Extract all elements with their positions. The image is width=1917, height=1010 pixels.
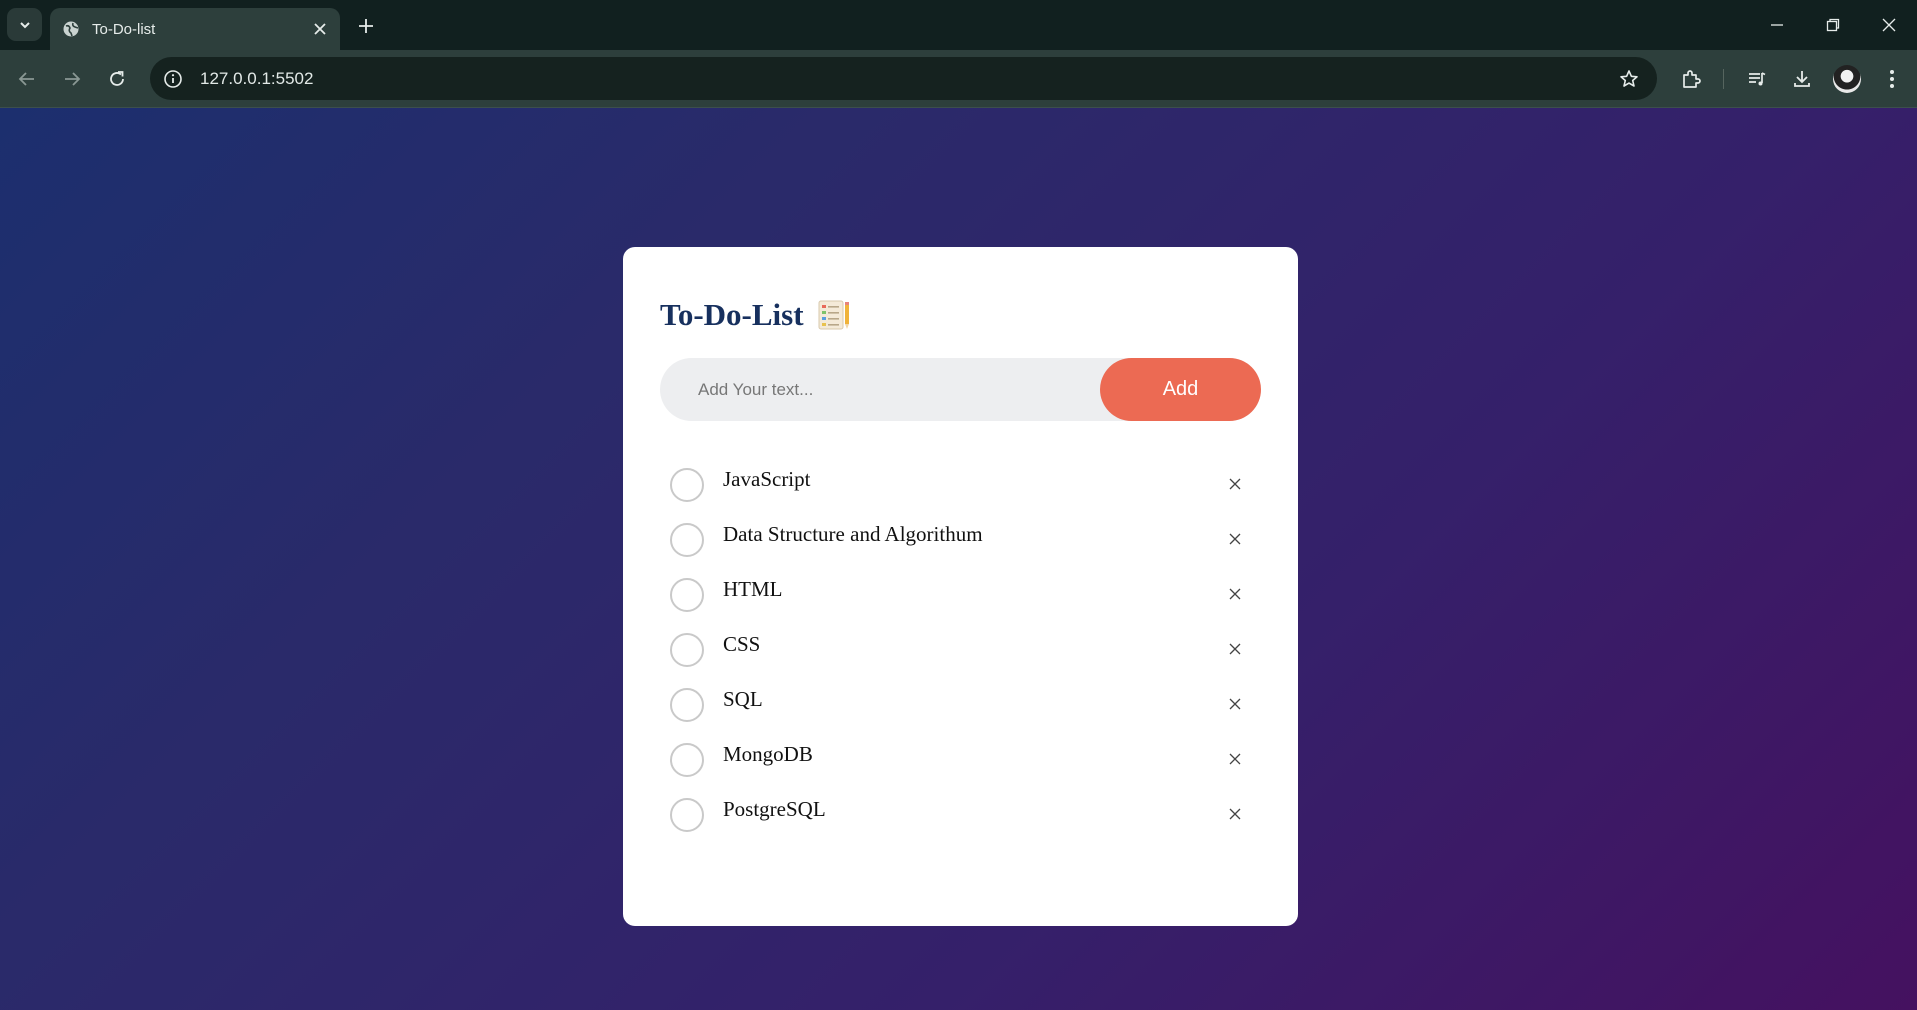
browser-tab[interactable]: To-Do-list	[50, 8, 340, 50]
delete-button[interactable]	[1221, 635, 1249, 663]
close-icon	[1229, 533, 1241, 545]
todo-text: Data Structure and Algorithum	[723, 522, 983, 546]
todo-checkbox[interactable]	[670, 743, 704, 777]
todo-text: SQL	[723, 687, 763, 711]
todo-item[interactable]: Data Structure and Algorithum	[660, 518, 1261, 573]
notebook-icon	[818, 300, 849, 330]
chevron-down-icon	[19, 21, 30, 28]
reload-button[interactable]	[101, 63, 133, 95]
delete-button[interactable]	[1221, 525, 1249, 553]
todo-text: PostgreSQL	[723, 797, 826, 821]
delete-button[interactable]	[1221, 800, 1249, 828]
todo-text: HTML	[723, 577, 783, 601]
close-icon	[1229, 643, 1241, 655]
todo-item[interactable]: SQL	[660, 683, 1261, 738]
close-icon	[1229, 478, 1241, 490]
close-icon	[1229, 588, 1241, 600]
globe-icon	[62, 20, 80, 38]
back-button[interactable]	[11, 63, 43, 95]
arrow-left-icon	[18, 72, 34, 86]
download-icon[interactable]	[1786, 63, 1818, 95]
close-icon	[1229, 698, 1241, 710]
toolbar-divider	[1723, 69, 1724, 89]
todo-item[interactable]: HTML	[660, 573, 1261, 628]
page-title: To-Do-List	[660, 297, 804, 332]
address-bar[interactable]: 127.0.0.1:5502	[150, 57, 1657, 100]
delete-button[interactable]	[1221, 580, 1249, 608]
forward-button[interactable]	[56, 63, 88, 95]
delete-button[interactable]	[1221, 745, 1249, 773]
todo-checkbox[interactable]	[670, 633, 704, 667]
window-close-button[interactable]	[1861, 0, 1917, 50]
todo-text: CSS	[723, 632, 761, 656]
profile-avatar[interactable]	[1833, 65, 1861, 93]
url-text[interactable]: 127.0.0.1:5502	[200, 69, 1613, 89]
minimize-button[interactable]	[1749, 0, 1805, 50]
todo-checkbox[interactable]	[670, 468, 704, 502]
card-header: To-Do-List	[660, 297, 852, 333]
todo-text: MongoDB	[723, 742, 813, 766]
delete-button[interactable]	[1221, 470, 1249, 498]
close-icon	[1229, 753, 1241, 765]
todo-text: JavaScript	[723, 467, 811, 491]
arrow-right-icon	[65, 72, 81, 86]
todo-checkbox[interactable]	[670, 523, 704, 557]
minimize-icon	[1771, 24, 1783, 26]
add-task-row: Add	[660, 358, 1261, 421]
page-background: To-Do-List Add Java	[0, 108, 1917, 1010]
close-icon	[314, 23, 326, 35]
new-tab-button[interactable]	[352, 12, 380, 40]
bookmark-star-icon[interactable]	[1613, 63, 1645, 95]
browser-tab-strip: To-Do-list	[0, 0, 1917, 50]
todo-checkbox[interactable]	[670, 578, 704, 612]
menu-kebab-icon[interactable]	[1876, 63, 1908, 95]
reload-icon	[110, 71, 124, 86]
extensions-icon[interactable]	[1675, 63, 1707, 95]
todo-item[interactable]: MongoDB	[660, 738, 1261, 793]
browser-toolbar: 127.0.0.1:5502	[0, 50, 1917, 108]
media-control-icon[interactable]	[1741, 63, 1773, 95]
tab-title: To-Do-list	[92, 20, 156, 38]
restore-button[interactable]	[1805, 0, 1861, 50]
close-icon	[1229, 808, 1241, 820]
restore-icon	[1826, 18, 1840, 32]
task-input[interactable]	[660, 358, 1100, 421]
close-icon	[1882, 18, 1896, 32]
todo-list: JavaScript Data Structure and Algorithum…	[660, 463, 1261, 848]
todo-checkbox[interactable]	[670, 688, 704, 722]
todo-item[interactable]: JavaScript	[660, 463, 1261, 518]
tab-search-button[interactable]	[7, 8, 42, 41]
todo-checkbox[interactable]	[670, 798, 704, 832]
add-button[interactable]: Add	[1100, 358, 1261, 421]
todo-item[interactable]: CSS	[660, 628, 1261, 683]
site-info-icon[interactable]	[156, 62, 190, 96]
todo-card: To-Do-List Add Java	[623, 247, 1298, 926]
todo-item[interactable]: PostgreSQL	[660, 793, 1261, 848]
plus-icon	[359, 19, 373, 33]
tab-close-button[interactable]	[306, 15, 334, 43]
delete-button[interactable]	[1221, 690, 1249, 718]
